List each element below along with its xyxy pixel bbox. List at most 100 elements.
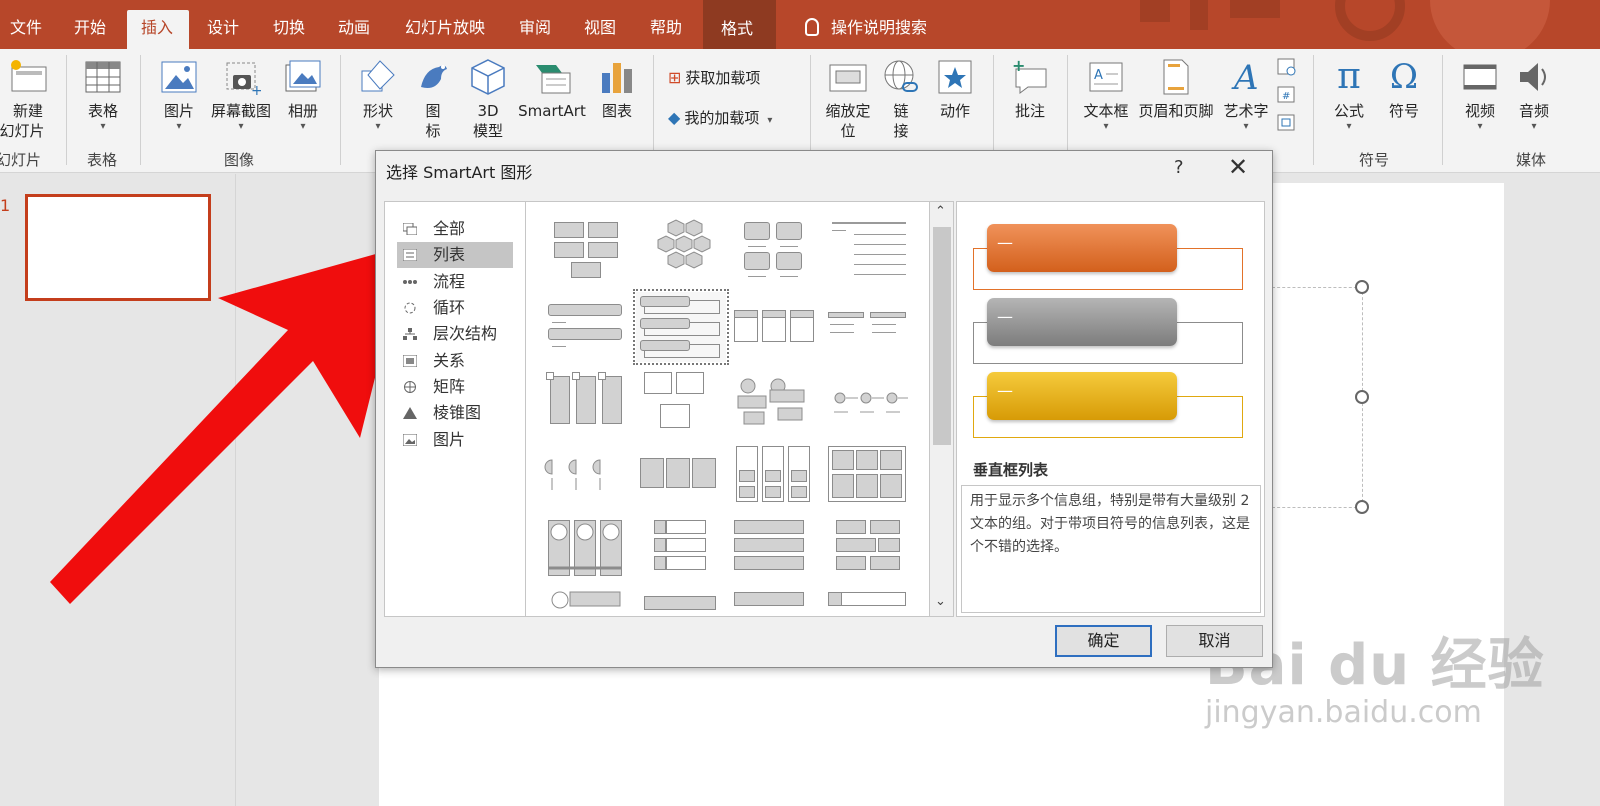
date-time-button[interactable]	[1274, 55, 1300, 83]
wordart-icon: A	[1226, 57, 1266, 98]
layout-thumbnail[interactable]	[730, 442, 820, 512]
tab-help[interactable]: 帮助	[640, 10, 692, 49]
layout-thumbnail[interactable]	[636, 516, 726, 586]
slide-number-button[interactable]: #	[1274, 83, 1300, 111]
tell-me-search[interactable]: 操作说明搜索	[805, 10, 927, 46]
layout-thumbnail[interactable]	[636, 368, 726, 438]
group-label-media: 媒体	[1516, 151, 1547, 169]
link-button[interactable]: 链 接	[881, 57, 921, 141]
category-hierarchy[interactable]: 层次结构	[397, 321, 513, 347]
close-icon[interactable]: ✕	[1228, 153, 1248, 181]
layout-thumbnail[interactable]	[542, 590, 632, 616]
my-addins-button[interactable]: ◆ 我的加载项 ▾	[668, 107, 772, 132]
layout-thumbnail[interactable]	[542, 516, 632, 586]
pyramid-icon	[403, 407, 417, 419]
title-decoration	[1140, 0, 1550, 49]
category-picture[interactable]: 图片	[397, 427, 513, 453]
layout-thumbnail[interactable]	[542, 368, 632, 438]
tab-format[interactable]: 格式	[703, 0, 776, 49]
cancel-button[interactable]: 取消	[1166, 625, 1263, 657]
layout-thumbnail[interactable]	[824, 590, 914, 616]
ok-button[interactable]: 确定	[1055, 625, 1152, 657]
object-button[interactable]	[1274, 111, 1300, 139]
preview-box-orange: —	[987, 224, 1177, 272]
layout-thumbnail[interactable]	[824, 292, 914, 362]
textbox-button[interactable]: A 文本框 ▾	[1080, 57, 1132, 133]
get-addins-button[interactable]: ⊞ 获取加载项	[668, 67, 760, 89]
resize-handle[interactable]	[1355, 500, 1369, 514]
group-label-symbols: 符号	[1359, 151, 1390, 169]
resize-handle[interactable]	[1355, 390, 1369, 404]
layout-thumbnail[interactable]	[730, 516, 820, 586]
placeholder-border	[1272, 507, 1362, 508]
category-process[interactable]: 流程	[397, 269, 513, 295]
store-icon: ⊞	[668, 68, 682, 87]
gallery-scrollbar[interactable]: ⌃ ⌄	[930, 201, 954, 617]
calendar-icon	[1277, 58, 1296, 76]
layout-thumbnail[interactable]	[730, 368, 820, 438]
svg-text:A: A	[1094, 68, 1103, 83]
zoom-button[interactable]: 缩放定 位	[820, 57, 876, 141]
placeholder-border	[1272, 287, 1362, 288]
textbox-icon: A	[1086, 57, 1126, 97]
layout-thumbnail[interactable]	[542, 442, 632, 512]
symbol-button[interactable]: Ω 符号	[1381, 57, 1427, 121]
layout-thumbnail[interactable]	[636, 590, 726, 616]
wordart-button[interactable]: A 艺术字 ▾	[1220, 57, 1272, 133]
comment-button[interactable]: + 批注	[1008, 56, 1052, 121]
tell-me-label: 操作说明搜索	[831, 18, 928, 37]
matrix-icon	[404, 381, 416, 393]
header-footer-button[interactable]: 页眉和页脚	[1135, 57, 1217, 121]
category-pyramid[interactable]: 棱锥图	[397, 400, 513, 426]
action-button[interactable]: 动作	[934, 57, 976, 121]
layout-thumbnail[interactable]	[824, 516, 914, 586]
smartart-dialog: 选择 SmartArt 图形 ? ✕ 全部 列表 流程 循环 层次结构 关系 矩…	[375, 150, 1273, 668]
scroll-up-icon[interactable]: ⌃	[935, 204, 946, 219]
omega-icon: Ω	[1389, 57, 1419, 97]
layout-description: 用于显示多个信息组，特别是带有大量级别 2 文本的组。对于带项目符号的信息列表，…	[961, 485, 1261, 613]
resize-handle[interactable]	[1355, 280, 1369, 294]
layout-gallery	[525, 201, 930, 617]
layout-thumbnail[interactable]	[542, 292, 632, 362]
layout-vertical-box-list-selected[interactable]	[633, 289, 729, 365]
scrollbar-thumb[interactable]	[933, 227, 951, 445]
header-footer-icon	[1156, 57, 1196, 97]
preview-box-yellow: —	[987, 372, 1177, 420]
layout-thumbnail[interactable]	[636, 218, 726, 288]
film-icon	[1460, 57, 1500, 97]
video-button[interactable]: 视频 ▾	[1456, 57, 1504, 133]
bar-chart-icon	[597, 57, 637, 97]
equation-button[interactable]: π 公式 ▾	[1325, 57, 1373, 133]
category-list-item[interactable]: 列表	[397, 242, 513, 268]
help-icon[interactable]: ?	[1174, 157, 1184, 178]
layout-preview: — — — 垂直框列表 用于显示多个信息组，特别是带有大量级别 2 文本的组。对…	[956, 201, 1265, 617]
category-all[interactable]: 全部	[397, 216, 513, 242]
hierarchy-icon	[403, 328, 417, 340]
ribbon-separator	[810, 55, 811, 165]
relationship-icon	[403, 355, 417, 367]
layout-thumbnail[interactable]	[636, 442, 726, 512]
layout-thumbnail[interactable]	[542, 218, 632, 288]
object-icon	[1277, 114, 1295, 131]
layout-thumbnail[interactable]	[730, 292, 820, 362]
category-cycle[interactable]: 循环	[397, 295, 513, 321]
process-icon	[403, 280, 417, 284]
cycle-icon	[404, 302, 416, 314]
audio-button[interactable]: 音频 ▾	[1510, 57, 1558, 133]
scroll-down-icon[interactable]: ⌄	[935, 594, 946, 609]
comment-icon: +	[1010, 56, 1050, 97]
layout-name: 垂直框列表	[973, 461, 1049, 479]
chevron-down-icon: ▾	[767, 115, 773, 126]
category-matrix[interactable]: 矩阵	[397, 374, 513, 400]
chart-button[interactable]: 图表	[596, 57, 638, 121]
svg-text:#: #	[1282, 91, 1290, 102]
layout-thumbnail[interactable]	[824, 442, 914, 512]
layout-thumbnail[interactable]	[824, 218, 914, 288]
category-relationship[interactable]: 关系	[397, 348, 513, 374]
layout-thumbnail[interactable]	[824, 368, 914, 438]
layout-thumbnail[interactable]	[730, 218, 820, 288]
layout-thumbnail[interactable]	[730, 590, 820, 616]
picture-icon	[403, 434, 417, 446]
svg-text:A: A	[1231, 58, 1259, 97]
ribbon-separator	[1313, 55, 1314, 165]
